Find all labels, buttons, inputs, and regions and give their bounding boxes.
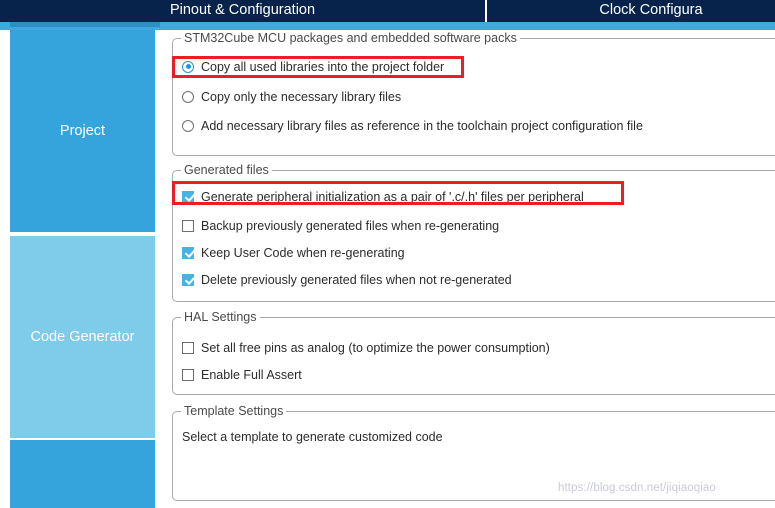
group-title-hal-settings: HAL Settings [181,310,260,324]
group-title-template-settings: Template Settings [181,404,287,418]
option-label: Copy all used libraries into the project… [201,59,445,74]
group-title-generated-files: Generated files [181,163,272,177]
header-accent-bar-highlight [10,22,160,27]
sidebar-item-label: Project [59,123,106,139]
checkbox-backup-previously-generated[interactable]: Backup previously generated files when r… [182,216,499,235]
group-hal-settings: HAL Settings Set all free pins as analog… [172,310,775,395]
sidebar: Project Code Generator [10,30,155,508]
group-mcu-packages: STM32Cube MCU packages and embedded soft… [172,31,775,156]
tab-pinout-configuration[interactable]: Pinout & Configuration [0,0,485,22]
group-title-mcu-packages: STM32Cube MCU packages and embedded soft… [181,31,520,45]
checkbox-set-free-pins-analog[interactable]: Set all free pins as analog (to optimize… [182,338,550,357]
group-generated-files: Generated files Generate peripheral init… [172,163,775,302]
watermark-text: https://blog.csdn.net/jiqiaoqiao [558,482,716,494]
main-content-panel: STM32Cube MCU packages and embedded soft… [165,30,775,508]
radio-button-icon[interactable] [182,119,194,132]
checkbox-icon[interactable] [182,368,194,381]
checkbox-generate-peripheral-init[interactable]: Generate peripheral initialization as a … [182,187,584,206]
radio-button-icon[interactable] [182,90,194,103]
template-settings-description: Select a template to generate customized… [182,430,443,444]
top-header-bar: Pinout & Configuration Clock Configura [0,0,775,22]
checkbox-icon[interactable] [182,219,194,232]
option-label: Add necessary library files as reference… [201,118,643,133]
checkbox-icon[interactable] [182,190,194,203]
option-label: Backup previously generated files when r… [201,218,500,233]
checkbox-icon[interactable] [182,246,194,259]
sidebar-item-project[interactable]: Project [10,30,155,232]
option-label: Keep User Code when re-generating [201,245,405,260]
option-label: Enable Full Assert [201,367,302,382]
sidebar-item-code-generator[interactable]: Code Generator [10,236,155,438]
checkbox-icon[interactable] [182,273,194,286]
option-label: Generate peripheral initialization as a … [201,189,584,204]
radio-copy-all-libraries[interactable]: Copy all used libraries into the project… [182,57,444,76]
option-label: Copy only the necessary library files [201,89,402,104]
radio-button-icon[interactable] [182,60,194,73]
checkbox-icon[interactable] [182,341,194,354]
sidebar-item-third[interactable] [10,440,155,508]
checkbox-delete-previously-generated[interactable]: Delete previously generated files when n… [182,270,512,289]
sidebar-item-label: Code Generator [30,329,135,345]
radio-copy-only-necessary[interactable]: Copy only the necessary library files [182,87,401,106]
radio-add-as-reference[interactable]: Add necessary library files as reference… [182,116,643,135]
option-label: Set all free pins as analog (to optimize… [201,340,550,355]
checkbox-enable-full-assert[interactable]: Enable Full Assert [182,365,302,384]
tab-clock-configuration[interactable]: Clock Configura [487,0,775,22]
checkbox-keep-user-code[interactable]: Keep User Code when re-generating [182,243,405,262]
option-label: Delete previously generated files when n… [201,272,512,287]
